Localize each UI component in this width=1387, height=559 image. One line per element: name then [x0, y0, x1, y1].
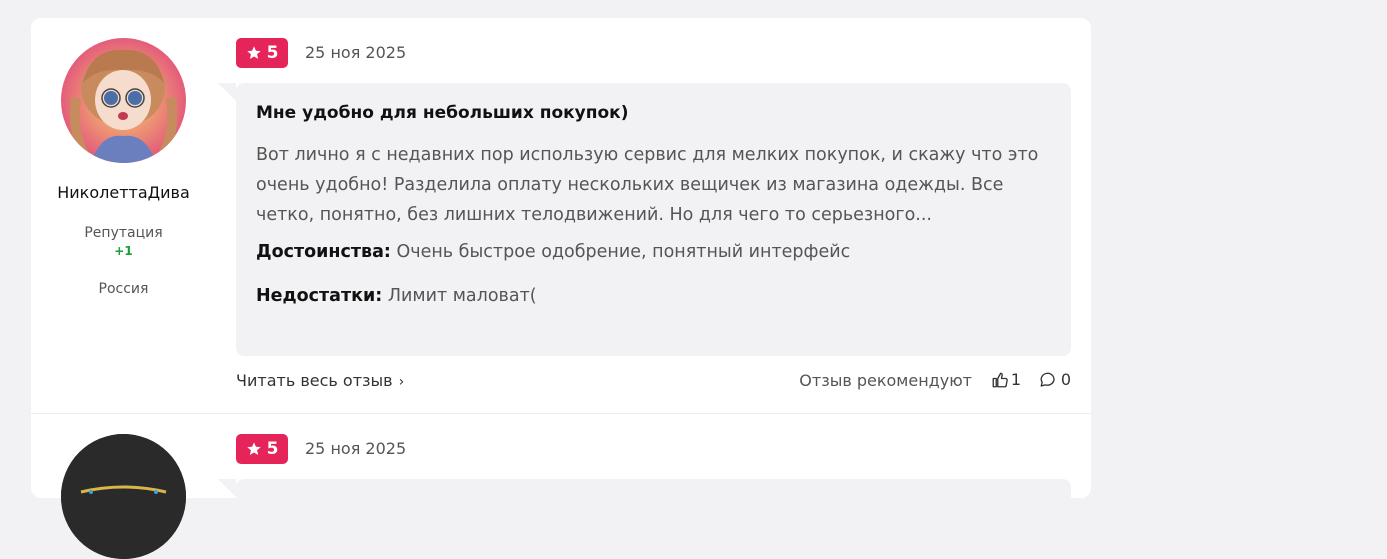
review-item: 5 25 ноя 2025 [31, 414, 1091, 559]
review-cons: Недостатки: Лимит маловат( [256, 284, 1051, 308]
review-body: Мне удобно для небольших покупок) Вот ли… [218, 83, 1071, 356]
read-more-link[interactable]: Читать весь отзыв › [236, 371, 404, 390]
review-pros: Достоинства: Очень быстрое одобрение, по… [256, 240, 1051, 264]
cons-text: Лимит маловат( [387, 286, 537, 306]
comment-icon [1040, 372, 1055, 387]
review-item: НиколеттаДива Репутация +1 Россия 5 25 н… [31, 18, 1091, 414]
author-name[interactable]: НиколеттаДива [31, 183, 216, 202]
rating-value: 5 [266, 439, 279, 459]
chevron-right-icon: › [398, 374, 405, 390]
comment-button[interactable]: 0 [1039, 370, 1071, 389]
thumbs-up-icon [992, 372, 1008, 387]
review-text: Вот лично я с недавних пор использую сер… [256, 145, 1039, 225]
review-body [218, 479, 1071, 539]
read-more-label: Читать весь отзыв [236, 371, 393, 390]
reputation-value: +1 [114, 244, 133, 258]
avatar[interactable] [61, 434, 186, 559]
rating-value: 5 [266, 43, 279, 63]
like-count: 1 [1010, 370, 1021, 389]
comment-count: 0 [1060, 370, 1071, 389]
review-title: Мне удобно для небольших покупок) [256, 103, 629, 123]
recommend-label: Отзыв рекомендуют [799, 371, 972, 390]
pros-label: Достоинства: [256, 242, 391, 262]
pros-text: Очень быстрое одобрение, понятный интерф… [396, 242, 851, 262]
review-footer: Читать весь отзыв › Отзыв рекомендуют 1 0 [236, 368, 1071, 396]
rating-badge: 5 [236, 434, 288, 464]
author-country: Россия [98, 281, 149, 297]
star-icon [246, 442, 261, 455]
reviews-card: НиколеттаДива Репутация +1 Россия 5 25 н… [31, 18, 1091, 559]
rating-badge: 5 [236, 38, 288, 68]
cons-label: Недостатки: [256, 286, 383, 306]
reputation-label: Репутация [84, 225, 163, 241]
review-date: 25 ноя 2025 [305, 439, 407, 458]
avatar[interactable] [61, 38, 186, 163]
like-button[interactable]: 1 [991, 370, 1021, 389]
review-date: 25 ноя 2025 [305, 43, 407, 62]
star-icon [246, 46, 261, 59]
